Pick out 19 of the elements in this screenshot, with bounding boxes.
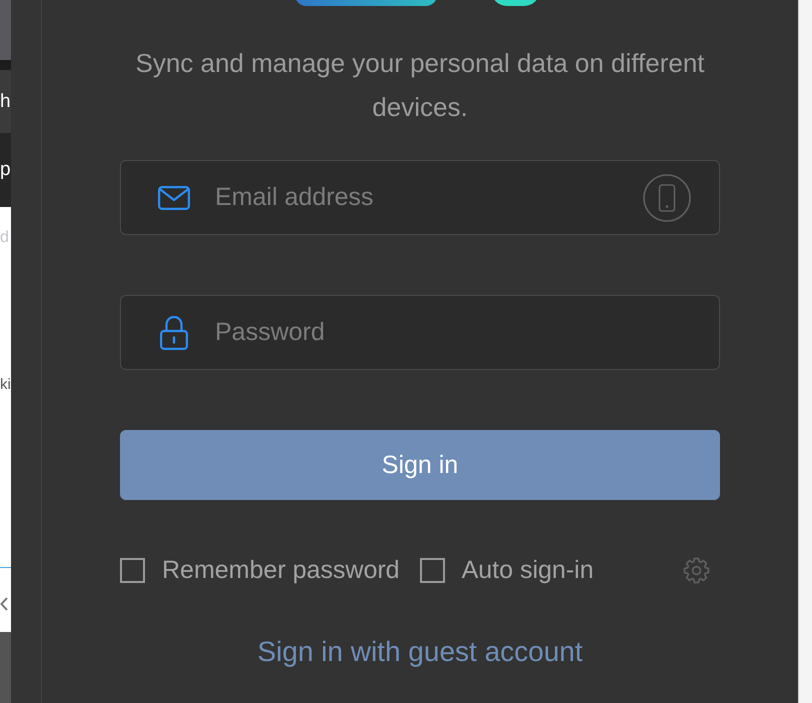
password-field[interactable]: Password (120, 295, 720, 370)
password-input[interactable]: Password (215, 312, 691, 352)
text-fragment: d (0, 228, 9, 248)
description-text: Sync and manage your personal data on different devices. (134, 47, 706, 124)
text-fragment: p (0, 158, 11, 182)
chevron-left-icon[interactable] (0, 597, 8, 611)
sign-in-button[interactable]: Sign in (120, 430, 720, 500)
phone-icon[interactable] (643, 174, 691, 222)
text-fragment: h (0, 90, 11, 114)
guest-sign-in-link[interactable]: Sign in with guest account (257, 634, 583, 670)
lock-icon (160, 316, 188, 350)
mail-icon (158, 186, 190, 210)
checkbox-label[interactable]: Remember password (162, 555, 400, 585)
text-fragment: ki (0, 375, 11, 395)
checkbox[interactable] (120, 558, 145, 582)
email-input[interactable]: Email address (215, 178, 643, 218)
email-field[interactable]: Email address (120, 160, 720, 235)
checkbox[interactable] (420, 558, 445, 582)
checkbox-label[interactable]: Auto sign-in (462, 555, 594, 585)
